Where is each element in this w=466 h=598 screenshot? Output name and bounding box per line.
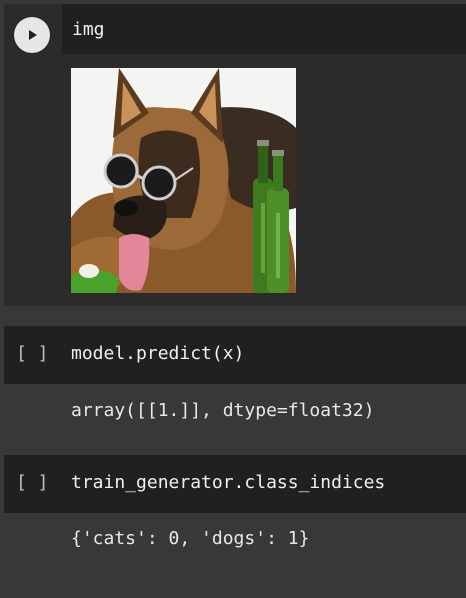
output-image xyxy=(71,68,296,293)
cell-output-text: array([[1.]], dtype=float32) xyxy=(71,400,375,421)
code-cell-predict[interactable]: [ ] model.predict(x) xyxy=(4,326,466,384)
run-cell-prompt[interactable]: [ ] xyxy=(16,343,49,364)
run-cell-prompt[interactable]: [ ] xyxy=(16,472,49,493)
cell-code[interactable]: train_generator.class_indices xyxy=(71,472,385,493)
code-editor[interactable]: img xyxy=(62,4,466,54)
run-cell-button[interactable] xyxy=(14,17,50,53)
cell-output-text: {'cats': 0, 'dogs': 1} xyxy=(71,528,310,549)
cell-code[interactable]: model.predict(x) xyxy=(71,343,244,364)
dog-photo-icon xyxy=(71,68,296,293)
cell-gutter xyxy=(4,4,62,306)
play-icon xyxy=(29,30,37,40)
code-cell-class-indices[interactable]: [ ] train_generator.class_indices xyxy=(4,455,466,513)
cell-code: img xyxy=(72,19,105,40)
